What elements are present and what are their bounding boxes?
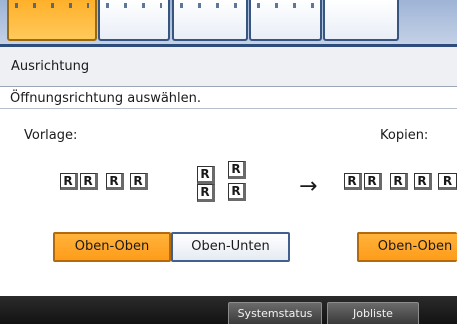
top-top-button[interactable]: Oben-Oben [53, 232, 171, 262]
page-r-icon: R [414, 173, 432, 190]
arrow-right-icon: → [299, 174, 318, 199]
tab-2[interactable] [98, 0, 170, 41]
page-r-icon: R [364, 173, 382, 190]
page-r-icon: R [130, 173, 148, 190]
system-status-button[interactable]: Systemstatus [228, 302, 322, 324]
page-r-icon: R [438, 173, 457, 190]
job-list-button[interactable]: Jobliste [327, 302, 419, 324]
tab-1[interactable] [7, 0, 97, 41]
instruction-text: Öffnungsrichtung auswählen. [10, 91, 202, 106]
copies-label: Kopien: [380, 128, 429, 143]
original-label: Vorlage: [24, 128, 78, 143]
page-r-icon: R [390, 173, 408, 190]
page-r-icon: R [344, 173, 362, 190]
copies-top-top-button[interactable]: Oben-Oben [357, 232, 457, 262]
page-r-icon: R [106, 173, 124, 190]
orientation-panel: Öffnungsrichtung auswählen. Vorlage: Kop… [0, 88, 457, 296]
page-r-icon: R [228, 183, 246, 201]
page-r-icon: R [228, 161, 246, 179]
page-r-icon: R [197, 166, 215, 184]
tab-4[interactable] [249, 0, 322, 41]
page-r-icon: R [197, 184, 215, 202]
tab-strip [0, 0, 457, 44]
page-r-icon: R [80, 173, 98, 190]
panel-title: Ausrichtung [0, 47, 457, 87]
tab-5[interactable] [323, 0, 399, 41]
status-bar: Systemstatus Jobliste [0, 296, 457, 324]
tab-3[interactable] [172, 0, 248, 41]
page-r-icon: R [60, 173, 78, 190]
top-bottom-button[interactable]: Oben-Unten [171, 232, 290, 262]
divider [0, 108, 457, 109]
